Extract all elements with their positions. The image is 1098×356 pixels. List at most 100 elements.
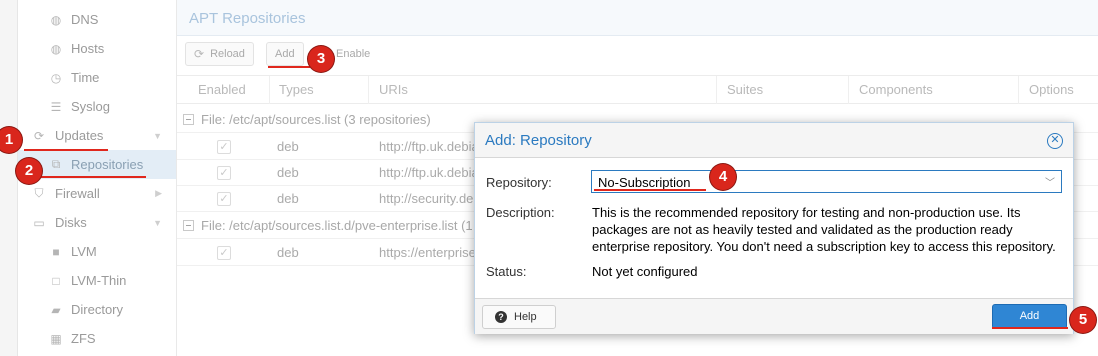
sidebar-item-label: DNS [71,12,99,27]
sidebar-item-label: LVM [71,244,97,259]
group-title: File: /etc/apt/sources.list (3 repositor… [201,112,431,127]
description-label: Description: [486,205,555,220]
enable-label: Enable [336,48,371,60]
sidebar-item-hosts[interactable]: ◍ Hosts [18,34,176,63]
sidebar-item-label: Time [71,70,100,85]
refresh-icon: ⟳ [33,128,45,143]
left-strip [0,0,18,356]
column-header-components[interactable]: Components [849,76,1019,104]
type-cell: deb [277,245,299,260]
repository-icon: ⧉ [51,157,61,171]
type-cell: deb [277,191,299,206]
sidebar-item-lvm-thin[interactable]: □ LVM-Thin [18,266,176,295]
add-repository-dialog: Add: Repository ✕ Repository: No-Subscri… [474,122,1074,334]
status-label: Status: [486,264,527,279]
add-button[interactable]: Add [992,304,1067,329]
column-header-suites[interactable]: Suites [717,76,849,104]
collapse-caret-icon[interactable]: ▼ [153,131,162,141]
sidebar-nav: ◍ DNS ◍ Hosts ◷ Time ☰ Syslog ⟳ Updates … [18,0,176,356]
column-header-enabled[interactable]: Enabled [188,76,270,104]
dialog-header: Add: Repository ✕ [475,123,1073,158]
annotation-underline [24,149,108,151]
help-label: Help [514,311,537,323]
panel-header: APT Repositories [177,0,1098,36]
uri-cell: http://ftp.uk.debia [379,139,479,154]
annotation-underline [268,66,310,68]
add-label: Add [275,48,295,60]
square-outline-icon: □ [52,273,60,288]
sidebar-item-label: LVM-Thin [71,273,127,288]
sidebar-item-time[interactable]: ◷ Time [18,63,176,92]
sidebar-item-zfs[interactable]: ▦ ZFS [18,324,176,353]
column-header-uris[interactable]: URIs [369,76,717,104]
dialog-footer: ? Help Add [475,298,1073,334]
dialog-title: Add: Repository [485,132,592,149]
repository-select-value: No-Subscription [598,175,691,190]
sidebar-item-label: Syslog [71,99,111,114]
globe-icon: ◍ [50,12,62,27]
reload-label: Reload [210,48,245,60]
description-line: This is the recommended repository for t… [592,205,1021,220]
column-header-options[interactable]: Options [1019,76,1098,104]
enabled-checkbox[interactable]: ✓ [217,246,231,260]
annotation-marker-2: 2 [16,158,42,184]
annotation-underline [992,327,1068,329]
add-repo-button[interactable]: Add [266,42,304,66]
collapse-group-icon[interactable] [183,114,194,125]
shield-icon: ⛉ [34,186,44,200]
close-icon[interactable]: ✕ [1047,133,1063,149]
folder-icon: ▰ [51,302,61,317]
sidebar-item-lvm[interactable]: ■ LVM [18,237,176,266]
repository-label: Repository: [486,175,552,190]
description-line: enterprise repository. You don't need a … [592,239,1056,254]
sidebar-item-label: Repositories [71,157,144,172]
type-cell: deb [277,139,299,154]
column-header-types[interactable]: Types [269,76,369,104]
uri-cell: https://enterprise [379,245,476,260]
sidebar-item-label: ZFS [71,331,96,346]
collapse-caret-icon[interactable]: ▼ [153,218,162,228]
sidebar-item-dns[interactable]: ◍ DNS [18,5,176,34]
annotation-marker-4: 4 [710,164,736,190]
page-title: APT Repositories [189,10,306,27]
annotation-underline [40,176,146,178]
expand-caret-icon[interactable]: ▶ [155,188,162,199]
sidebar-item-label: Hosts [71,41,105,56]
enable-button[interactable]: Enable [327,42,379,66]
sidebar-item-firewall[interactable]: ⛉ Firewall ▶ [18,179,176,208]
list-icon: ☰ [50,99,62,114]
sidebar-item-repositories[interactable]: ⧉ Repositories [18,150,176,179]
sidebar-item-label: Firewall [55,186,100,201]
sidebar-item-directory[interactable]: ▰ Directory [18,295,176,324]
collapse-group-icon[interactable] [183,220,194,231]
annotation-marker-5: 5 [1070,307,1096,333]
grid-header: Enabled Types URIs Suites Components Opt… [177,75,1098,104]
chevron-down-icon[interactable]: ﹀ [1045,174,1055,189]
annotation-marker-3: 3 [308,46,334,72]
globe-icon: ◍ [50,41,62,56]
type-cell: deb [277,165,299,180]
enabled-checkbox[interactable]: ✓ [217,192,231,206]
status-value: Not yet configured [592,264,698,279]
annotation-underline [594,189,706,191]
hdd-icon: ▭ [33,215,45,230]
sidebar-item-syslog[interactable]: ☰ Syslog [18,92,176,121]
help-button[interactable]: ? Help [482,305,556,329]
reload-button[interactable]: ⟳ Reload [185,42,254,66]
enabled-checkbox[interactable]: ✓ [217,166,231,180]
description-text: This is the recommended repository for t… [592,204,1067,255]
refresh-icon: ⟳ [194,47,205,61]
group-title: File: /etc/apt/sources.list.d/pve-enterp… [201,218,473,233]
uri-cell: http://security.deb [379,191,481,206]
uri-cell: http://ftp.uk.debia [379,165,479,180]
enabled-checkbox[interactable]: ✓ [217,140,231,154]
question-icon: ? [495,311,507,323]
sidebar-item-disks[interactable]: ▭ Disks ▼ [18,208,176,237]
square-icon: ■ [52,244,60,259]
sidebar-item-label: Disks [55,215,87,230]
sidebar-item-label: Updates [55,128,104,143]
sidebar-item-updates[interactable]: ⟳ Updates ▼ [18,121,176,150]
sidebar-item-label: Directory [71,302,124,317]
clock-icon: ◷ [50,70,62,85]
grid-icon: ▦ [50,331,62,346]
